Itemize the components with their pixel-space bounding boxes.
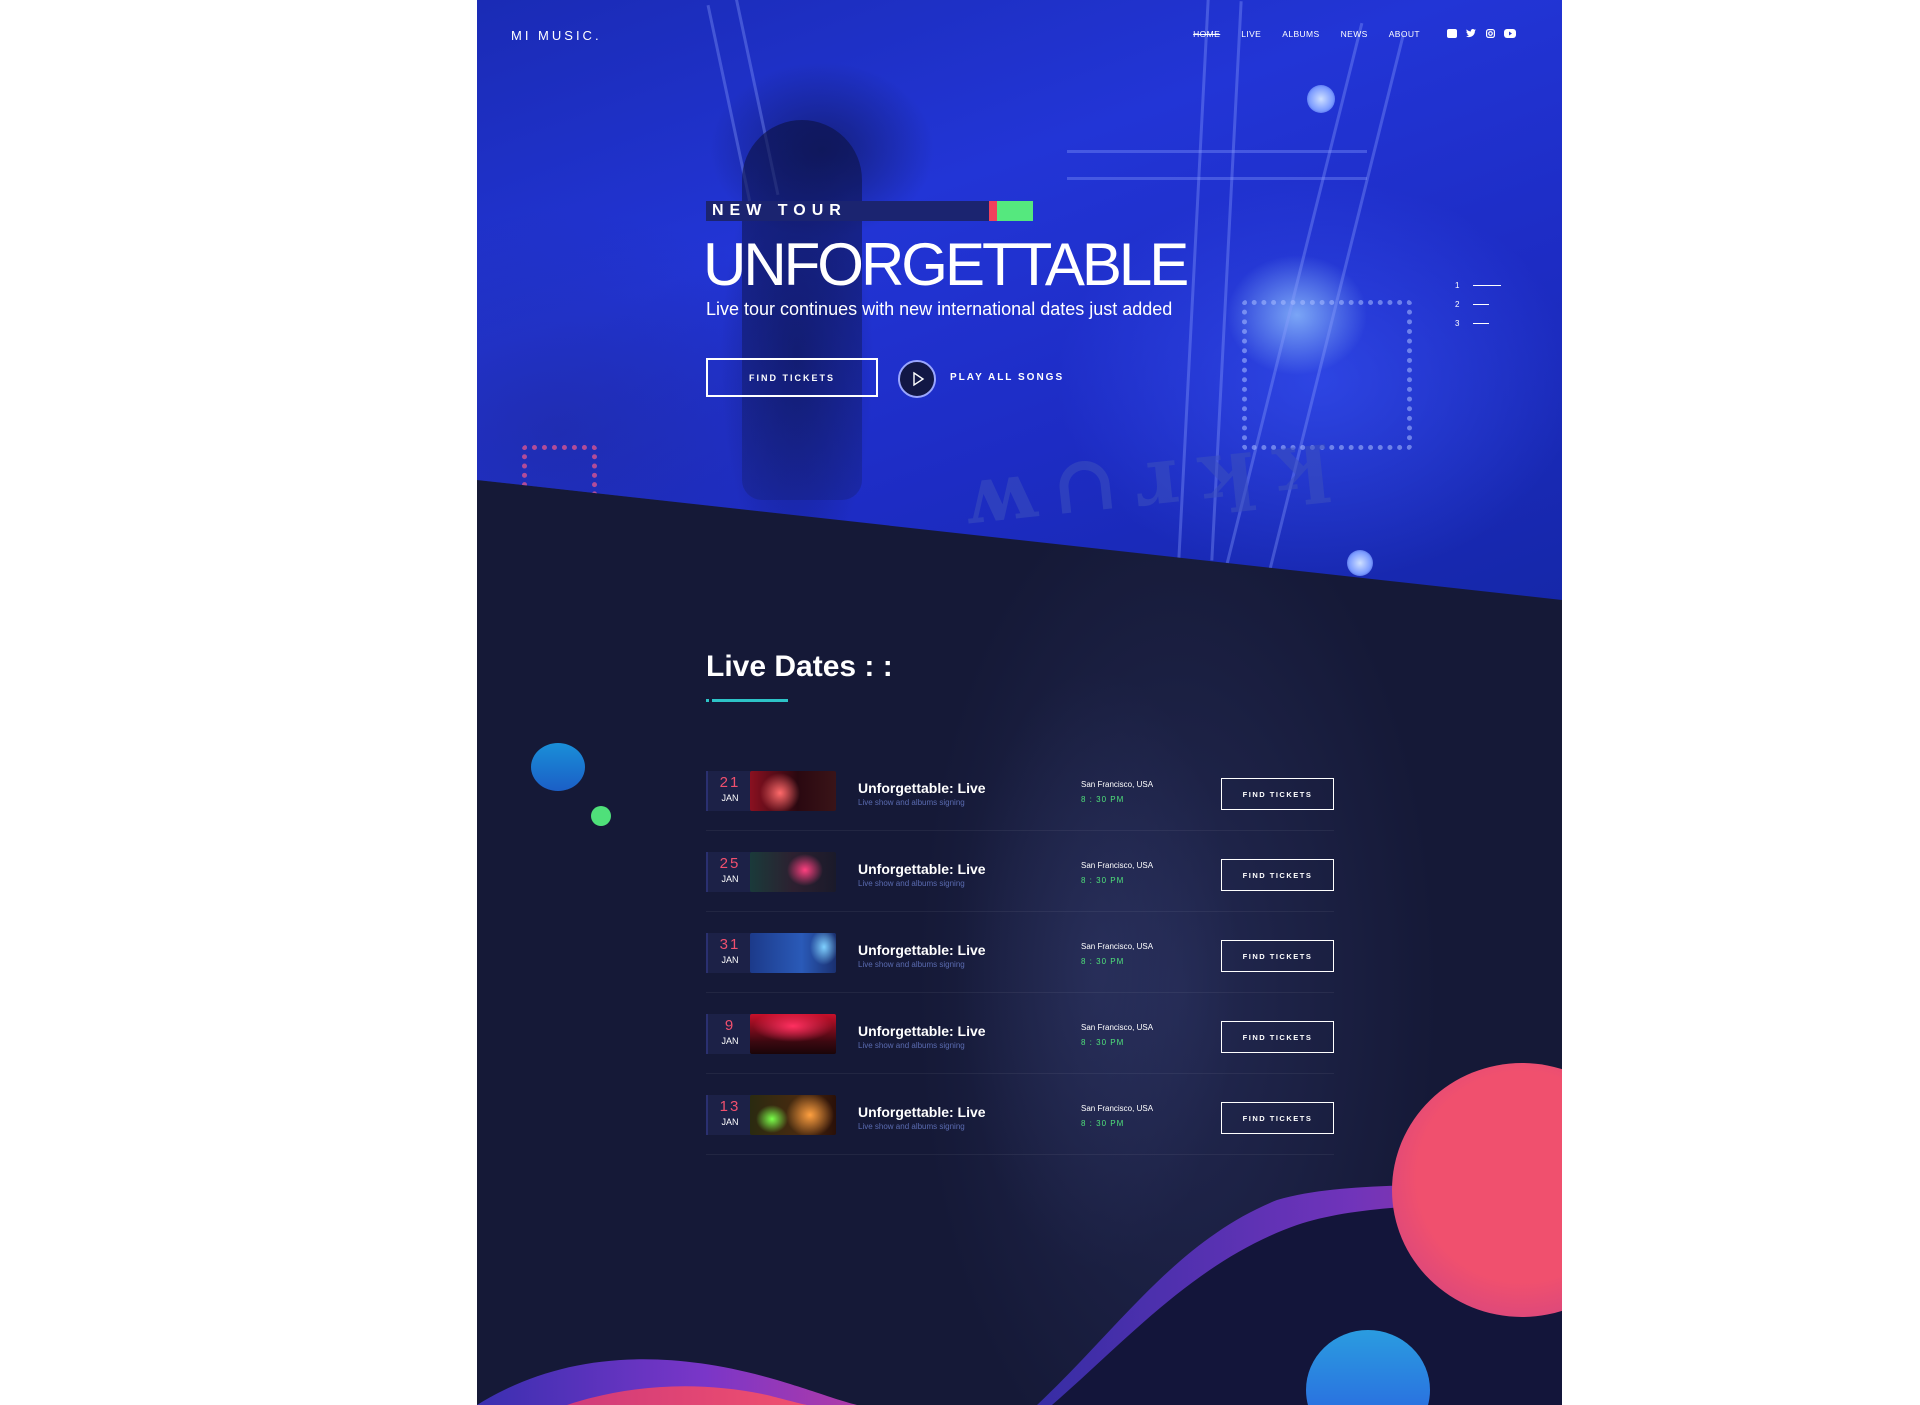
slide-2[interactable]: 2 [1455, 295, 1501, 314]
slide-3[interactable]: 3 [1455, 314, 1501, 333]
event-subtitle: Live show and albums signing [858, 798, 965, 807]
main-nav: HOME LIVE ALBUMS NEWS ABOUT [1193, 29, 1420, 39]
event-row: 13 JAN Unforgettable: Live Live show and… [706, 1074, 1334, 1155]
new-tour-label: NEW TOUR [712, 202, 847, 219]
event-day: 31 [719, 936, 741, 953]
find-tickets-button[interactable]: FIND TICKETS [1221, 1102, 1334, 1134]
event-thumbnail[interactable] [750, 1095, 836, 1135]
event-row: 25 JAN Unforgettable: Live Live show and… [706, 831, 1334, 912]
event-subtitle: Live show and albums signing [858, 960, 965, 969]
event-month: JAN [721, 874, 739, 884]
event-title[interactable]: Unforgettable: Live [858, 1104, 986, 1120]
event-location: San Francisco, USA [1081, 942, 1154, 951]
logo[interactable]: MI MUSIC. [511, 28, 602, 43]
event-location: San Francisco, USA [1081, 1023, 1154, 1032]
event-row: 9 JAN Unforgettable: Live Live show and … [706, 993, 1334, 1074]
find-tickets-button[interactable]: FIND TICKETS [1221, 859, 1334, 891]
nav-news[interactable]: NEWS [1341, 29, 1368, 39]
event-row: 21 JAN Unforgettable: Live Live show and… [706, 750, 1334, 831]
live-dates-title: Live Dates : : [706, 650, 893, 683]
event-thumbnail[interactable] [750, 771, 836, 811]
youtube-icon[interactable] [1504, 29, 1516, 38]
event-subtitle: Live show and albums signing [858, 879, 965, 888]
hero-subtitle: Live tour continues with new internation… [706, 299, 1173, 319]
nav-about[interactable]: ABOUT [1389, 29, 1420, 39]
event-day: 13 [719, 1098, 741, 1115]
event-date: 13 JAN [706, 1095, 752, 1135]
nav-home[interactable]: HOME [1193, 29, 1220, 39]
event-day: 25 [719, 855, 741, 872]
event-thumbnail[interactable] [750, 852, 836, 892]
event-date: 25 JAN [706, 852, 752, 892]
title-underline [712, 699, 788, 702]
event-time: 8 : 30 PM [1081, 795, 1125, 804]
event-month: JAN [721, 1036, 739, 1046]
event-title[interactable]: Unforgettable: Live [858, 861, 986, 877]
event-time: 8 : 30 PM [1081, 1038, 1125, 1047]
event-date: 31 JAN [706, 933, 752, 973]
event-date: 21 JAN [706, 771, 752, 811]
new-tour-tag: NEW TOUR [706, 201, 1033, 221]
facebook-icon[interactable] [1447, 29, 1457, 38]
slide-1[interactable]: 1 [1455, 276, 1502, 295]
tag-green-block [997, 201, 1033, 221]
find-tickets-button[interactable]: FIND TICKETS [1221, 940, 1334, 972]
tag-red-block [989, 201, 997, 221]
event-thumbnail[interactable] [750, 933, 836, 973]
hero-find-tickets-button[interactable]: FIND TICKETS [706, 358, 878, 397]
find-tickets-button[interactable]: FIND TICKETS [1221, 1021, 1334, 1053]
slide-pagination: 1 2 3 [1455, 276, 1502, 333]
find-tickets-button[interactable]: FIND TICKETS [1221, 778, 1334, 810]
instagram-icon[interactable] [1485, 29, 1495, 39]
event-day: 9 [724, 1017, 736, 1034]
social-links [1447, 29, 1516, 39]
event-location: San Francisco, USA [1081, 780, 1154, 789]
event-subtitle: Live show and albums signing [858, 1122, 965, 1131]
nav-albums[interactable]: ALBUMS [1282, 29, 1319, 39]
event-row: 31 JAN Unforgettable: Live Live show and… [706, 912, 1334, 993]
play-icon [913, 371, 925, 387]
green-deco-circle [591, 806, 611, 826]
event-title[interactable]: Unforgettable: Live [858, 942, 986, 958]
event-subtitle: Live show and albums signing [858, 1041, 965, 1050]
event-month: JAN [721, 1117, 739, 1127]
page: ʍ ∩ ɹ ʞ ʞ MI MUSIC. HOME LIVE ALBUMS NEW… [477, 0, 1562, 1405]
event-location: San Francisco, USA [1081, 861, 1154, 870]
spotlight [1307, 85, 1335, 113]
event-title[interactable]: Unforgettable: Live [858, 1023, 986, 1039]
event-date: 9 JAN [706, 1014, 752, 1054]
title-dot [706, 699, 709, 702]
event-thumbnail[interactable] [750, 1014, 836, 1054]
event-location: San Francisco, USA [1081, 1104, 1154, 1113]
event-time: 8 : 30 PM [1081, 876, 1125, 885]
event-time: 8 : 30 PM [1081, 1119, 1125, 1128]
event-month: JAN [721, 793, 739, 803]
blue-deco-circle [531, 743, 585, 791]
hero-title: UNFORGETTABLE [703, 231, 1189, 298]
event-title[interactable]: Unforgettable: Live [858, 780, 986, 796]
play-all-label[interactable]: PLAY ALL SONGS [950, 372, 1064, 383]
stage-truss [1067, 150, 1367, 180]
event-time: 8 : 30 PM [1081, 957, 1125, 966]
nav-live[interactable]: LIVE [1241, 29, 1261, 39]
event-month: JAN [721, 955, 739, 965]
spotlight [1347, 550, 1373, 576]
play-all-button[interactable] [898, 360, 936, 398]
twitter-icon[interactable] [1466, 29, 1476, 38]
event-day: 21 [719, 774, 741, 791]
